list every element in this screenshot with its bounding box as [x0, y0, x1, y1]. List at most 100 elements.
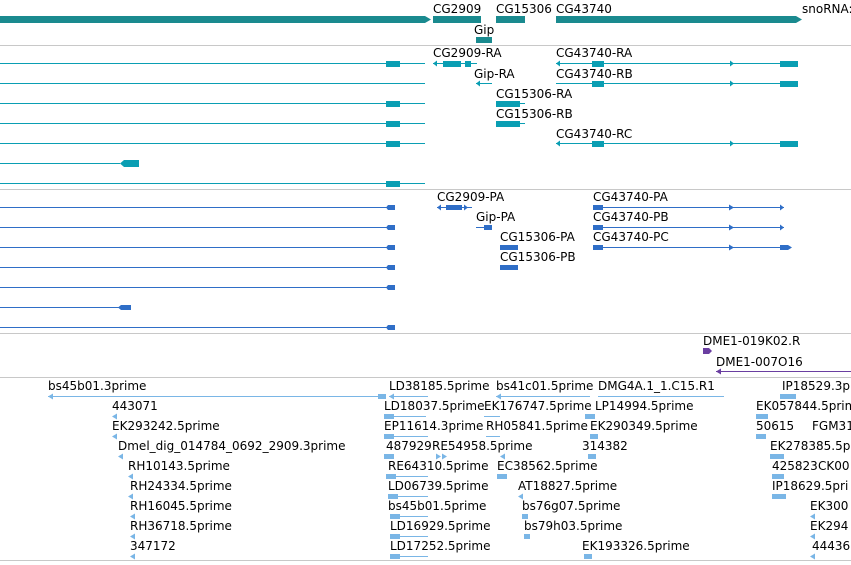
genome-browser-view: CG2909 CG15306 CG43740 snoRNA: Gip CG290…: [0, 0, 851, 561]
transcript-label[interactable]: CG15306-RB: [496, 107, 573, 121]
est-label[interactable]: RH10143.5prime: [128, 459, 230, 473]
transcript-label[interactable]: CG15306-RA: [496, 87, 573, 101]
est-label[interactable]: FGM31: [812, 419, 851, 433]
protein-exon: [386, 225, 395, 230]
est-label[interactable]: 425823: [772, 459, 818, 473]
transcript-exon: [386, 101, 400, 107]
est-label[interactable]: EK176747.5prime: [484, 399, 592, 413]
est-label[interactable]: EK300: [810, 499, 848, 513]
rnamod-arrow: [716, 368, 721, 375]
protein-label[interactable]: CG2909-PA: [437, 190, 505, 204]
gene-bar-left[interactable]: [0, 16, 425, 23]
transcript-label[interactable]: Gip-RA: [474, 67, 515, 81]
protein-arrow: [780, 204, 784, 211]
est-label[interactable]: RH16045.5prime: [130, 499, 232, 513]
protein-label[interactable]: CG43740-PB: [593, 210, 669, 224]
rnamod-label[interactable]: DME1-007O16: [716, 355, 803, 369]
est-label[interactable]: LD18037.5prime: [384, 399, 485, 413]
est-label[interactable]: EK193326.5prime: [582, 539, 690, 553]
gene-bar-cg2909[interactable]: [433, 16, 481, 23]
est-label[interactable]: EC38562.5prime: [497, 459, 598, 473]
protein-arrow: [729, 224, 734, 231]
gene-label-cg2909[interactable]: CG2909: [433, 2, 481, 16]
est-label[interactable]: EK294: [810, 519, 848, 533]
protein-arrow: [437, 204, 441, 211]
est-label[interactable]: DMG4A.1_1.C15.R1: [598, 379, 715, 393]
est-label[interactable]: CK00: [818, 459, 850, 473]
transcript-arrow: [730, 80, 734, 87]
rnamod-track: DME1-019K02.R DME1-007O16: [703, 334, 851, 375]
est-label[interactable]: bs76g07.5prime: [522, 499, 620, 513]
transcript-arrow: [556, 140, 560, 147]
est-label[interactable]: LD17252.5prime: [390, 539, 491, 553]
est-label[interactable]: LD16929.5prime: [390, 519, 491, 533]
transcript-labels: CG2909-RA CG43740-RA Gip-RA CG43740-RB C…: [433, 46, 633, 141]
est-label[interactable]: RE64310.5prime: [388, 459, 489, 473]
est-label[interactable]: 487929: [386, 439, 432, 453]
transcript-exon: [592, 81, 604, 87]
est-label[interactable]: IP18529.3p: [782, 379, 850, 393]
rnamod-feature[interactable]: [703, 348, 712, 354]
est-arrow: [130, 553, 135, 560]
protein-label[interactable]: CG43740-PC: [593, 230, 669, 244]
est-arrow: [48, 393, 53, 400]
gene-label-cg15306[interactable]: CG15306: [496, 2, 552, 16]
est-exon: [584, 554, 592, 559]
est-label[interactable]: 314382: [582, 439, 628, 453]
est-label[interactable]: 44436: [812, 539, 850, 553]
rnamod-label[interactable]: DME1-019K02.R: [703, 334, 800, 348]
protein-label[interactable]: CG15306-PB: [500, 250, 576, 264]
est-label[interactable]: RH24334.5prime: [130, 479, 232, 493]
protein-arrow: [464, 204, 468, 211]
protein-label[interactable]: CG15306-PA: [500, 230, 576, 244]
transcript-exon: [780, 81, 798, 87]
est-label[interactable]: Dmel_dig_014784_0692_2909.3prime: [118, 439, 346, 453]
est-label[interactable]: bs79h03.5prime: [524, 519, 622, 533]
est-arrow: [112, 433, 117, 440]
est-label[interactable]: bs45b01.3prime: [48, 379, 146, 393]
gene-bar-gip[interactable]: [476, 37, 492, 43]
est-label[interactable]: 443071: [112, 399, 158, 413]
tracks-canvas: CG2909 CG15306 CG43740 snoRNA: Gip CG290…: [0, 2, 851, 561]
protein-label[interactable]: Gip-PA: [476, 210, 516, 224]
transcript-arrow: [476, 80, 480, 87]
est-label[interactable]: IP18629.5pri: [772, 479, 848, 493]
gene-label-snorna[interactable]: snoRNA:: [802, 2, 851, 16]
protein-cg15306-pb[interactable]: [500, 265, 518, 270]
est-label[interactable]: EK278385.5p: [770, 439, 850, 453]
transcript-exon: [386, 61, 400, 67]
gene-bar-cg15306[interactable]: [496, 16, 525, 23]
est-label[interactable]: LP14994.5prime: [595, 399, 694, 413]
gene-label-gip[interactable]: Gip: [474, 23, 494, 37]
est-label[interactable]: LD38185.5prime: [389, 379, 490, 393]
transcript-label[interactable]: CG43740-RA: [556, 46, 633, 60]
transcript-label[interactable]: CG2909-RA: [433, 46, 502, 60]
protein-exon: [386, 205, 395, 210]
est-label[interactable]: 347172: [130, 539, 176, 553]
gene-label-cg43740[interactable]: CG43740: [556, 2, 612, 16]
est-label[interactable]: RH05841.5prime: [486, 419, 588, 433]
est-label[interactable]: RE54958.5prime: [432, 439, 533, 453]
est-arrow: [118, 453, 123, 460]
est-label[interactable]: bs45b01.5prime: [388, 499, 486, 513]
est-label[interactable]: LD06739.5prime: [388, 479, 489, 493]
protein-label[interactable]: CG43740-PA: [593, 190, 669, 204]
transcript-label[interactable]: CG43740-RB: [556, 67, 633, 81]
est-label[interactable]: EK290349.5prime: [590, 419, 698, 433]
transcript-label[interactable]: CG43740-RC: [556, 127, 632, 141]
est-label[interactable]: RH36718.5prime: [130, 519, 232, 533]
est-label[interactable]: AT18827.5prime: [518, 479, 617, 493]
est-label[interactable]: EP11614.3prime: [384, 419, 483, 433]
protein-exon: [386, 325, 395, 330]
transcript-exon: [386, 181, 400, 187]
transcript-arrow: [730, 60, 734, 67]
est-label[interactable]: EK293242.5prime: [112, 419, 220, 433]
protein-track: [0, 204, 792, 330]
protein-arrow: [780, 224, 784, 231]
est-label[interactable]: EK057844.5prime: [756, 399, 851, 413]
est-exon: [390, 554, 400, 559]
gene-track: CG2909 CG15306 CG43740 snoRNA: Gip: [0, 2, 851, 43]
est-label[interactable]: bs41c01.5prime: [496, 379, 593, 393]
gene-bar-cg43740[interactable]: [556, 16, 796, 23]
est-label[interactable]: 50615: [756, 419, 794, 433]
